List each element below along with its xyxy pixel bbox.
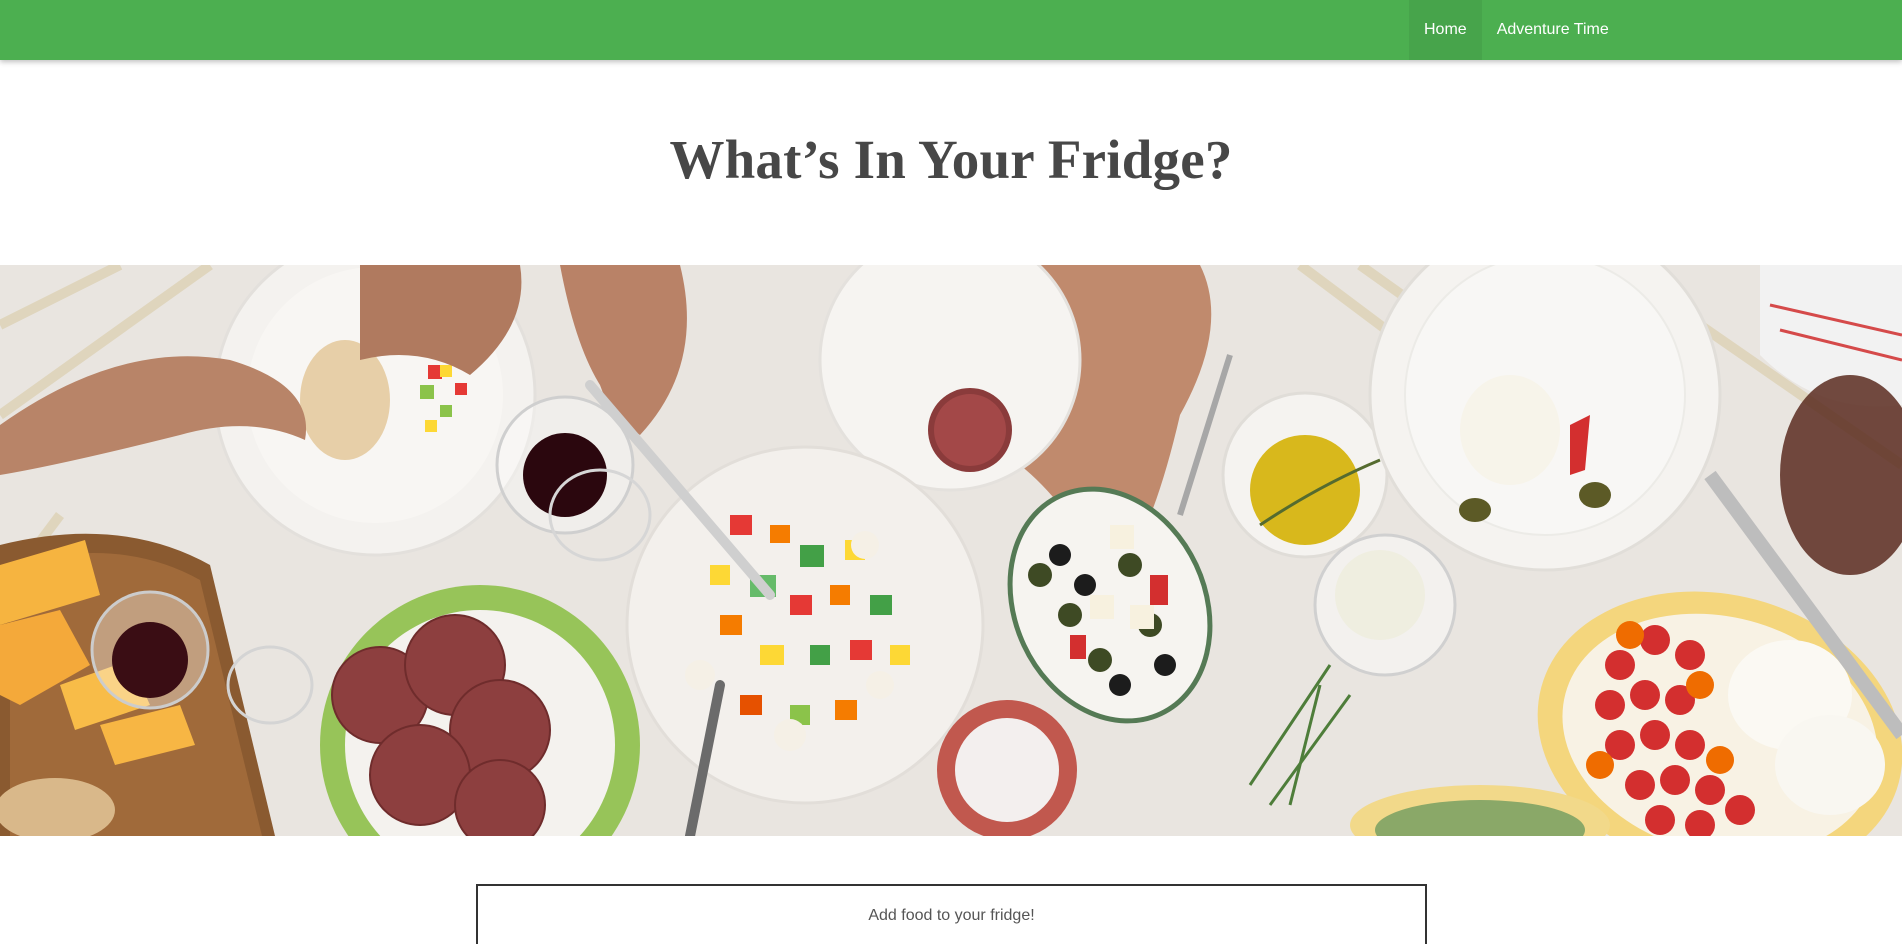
food-table-illustration bbox=[0, 265, 1902, 836]
nav-item-home[interactable]: Home bbox=[1409, 0, 1482, 60]
hero-food-image bbox=[0, 265, 1902, 836]
add-food-box[interactable]: Add food to your fridge! bbox=[476, 884, 1427, 944]
add-food-label: Add food to your fridge! bbox=[868, 907, 1035, 924]
top-navbar: Home Adventure Time bbox=[0, 0, 1902, 60]
nav-item-adventure-time[interactable]: Adventure Time bbox=[1482, 0, 1624, 60]
page-title: What’s In Your Fridge? bbox=[669, 129, 1233, 190]
title-section: What’s In Your Fridge? bbox=[0, 60, 1902, 265]
nav-links: Home Adventure Time bbox=[1409, 0, 1624, 60]
